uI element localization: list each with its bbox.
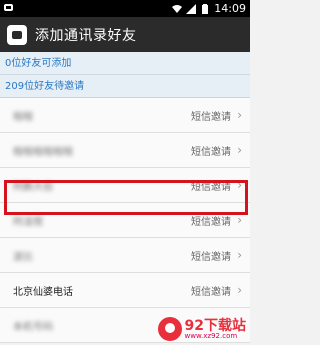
clock: 14:09 (214, 2, 246, 15)
contact-name: 本机号码 (13, 321, 53, 333)
chevron-right-icon: › (237, 248, 242, 262)
notification-icons (4, 3, 14, 16)
wifi-icon (172, 4, 183, 13)
signal-icon (186, 3, 197, 14)
page-title: 添加通讯录好友 (35, 27, 137, 44)
app-bar: 添加通讯录好友 (0, 17, 250, 52)
back-app-icon[interactable] (7, 24, 27, 45)
sms-invite-button[interactable]: 短信邀请 (191, 143, 231, 158)
chevron-right-icon: › (237, 178, 242, 192)
contact-row[interactable]: 阿鹏大伯 短信邀请 › (0, 168, 250, 203)
sms-invite-button[interactable]: 短信邀请 (191, 178, 231, 193)
chevron-right-icon: › (237, 213, 242, 227)
contact-name: 阿凌搅 (13, 216, 43, 228)
available-friends-info: 0位好友可添加 (0, 52, 250, 75)
contact-list: 榕榕 短信邀请 › 榕榕榕榕榕榕 短信邀请 › 阿鹏大伯 短信邀请 › 阿凌搅 … (0, 98, 250, 343)
sms-invite-button[interactable]: 短信邀请 (191, 213, 231, 228)
sms-invite-button[interactable]: 短信邀请 (191, 248, 231, 263)
chevron-right-icon: › (237, 108, 242, 122)
watermark-logo-icon (157, 317, 182, 341)
contact-name: 波比 (13, 251, 33, 263)
contact-name: 榕榕榕榕榕榕 (13, 146, 73, 158)
contact-row[interactable]: 波比 短信邀请 › (0, 238, 250, 273)
watermark-url: www.xz92.com (184, 331, 238, 340)
contact-name: 北京仙婆电话 (13, 286, 73, 298)
contact-row[interactable]: 榕榕 短信邀请 › (0, 98, 250, 133)
watermark-title: 92下载站 (184, 317, 246, 334)
battery-icon (202, 3, 209, 14)
pending-invite-info: 209位好友待邀请 (0, 75, 250, 98)
sms-invite-button[interactable]: 短信邀请 (191, 108, 231, 123)
contact-row[interactable]: 榕榕榕榕榕榕 短信邀请 › (0, 133, 250, 168)
contact-row-highlighted[interactable]: 阿凌搅 短信邀请 › (0, 203, 250, 238)
chat-notification-icon (4, 4, 13, 11)
contact-name: 榕榕 (13, 111, 33, 123)
chevron-right-icon: › (237, 283, 242, 297)
site-watermark: 92下载站 www.xz92.com (157, 317, 246, 341)
contact-row[interactable]: 北京仙婆电话 短信邀请 › (0, 273, 250, 308)
status-bar: 14:09 (0, 0, 250, 17)
contact-name: 阿鹏大伯 (13, 181, 53, 193)
sms-invite-button[interactable]: 短信邀请 (191, 283, 231, 298)
chevron-right-icon: › (237, 143, 242, 157)
